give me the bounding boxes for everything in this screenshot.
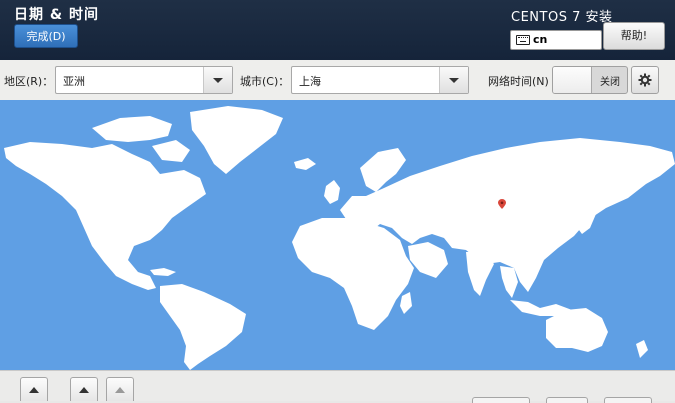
new-zealand <box>636 340 648 358</box>
south-america <box>160 284 246 370</box>
date-field-stub[interactable] <box>546 397 588 403</box>
region-label: 地区(R)： <box>4 75 54 88</box>
world-map[interactable] <box>0 100 675 370</box>
help-button[interactable]: 帮助! <box>603 22 665 50</box>
keyboard-layout-indicator[interactable]: cn <box>510 30 602 50</box>
second-up-button[interactable] <box>106 377 134 401</box>
arabia <box>408 242 448 278</box>
gear-icon <box>638 73 652 87</box>
location-pin-icon[interactable] <box>498 199 506 209</box>
city-value: 上海 <box>299 75 321 88</box>
network-time-toggle[interactable]: 关闭 <box>552 66 628 94</box>
done-button[interactable]: 完成(D) <box>14 24 78 48</box>
keyboard-layout-code: cn <box>533 33 548 46</box>
region-select[interactable]: 亚洲 <box>55 66 233 94</box>
arctic-islands <box>152 140 190 162</box>
madagascar <box>400 292 412 314</box>
chevron-down-icon[interactable] <box>203 67 232 93</box>
keyboard-icon <box>516 35 530 45</box>
toggle-state: 关闭 <box>600 77 620 88</box>
chevron-down-icon[interactable] <box>439 67 468 93</box>
hour-up-button[interactable] <box>20 377 48 401</box>
install-title: CENTOS 7 安装 <box>511 10 613 25</box>
minute-up-button[interactable] <box>70 377 98 401</box>
page-title: 日期 & 时间 <box>14 7 99 23</box>
timezone-toolbar: 地区(R)： 亚洲 城市(C)： 上海 网络时间(N) 关闭 <box>0 60 675 101</box>
city-select[interactable]: 上海 <box>291 66 469 94</box>
network-time-label: 网络时间(N) <box>488 75 549 88</box>
time-format-button[interactable] <box>472 397 530 403</box>
greenland <box>190 106 283 174</box>
city-label: 城市(C)： <box>240 75 290 88</box>
arctic-islands <box>92 116 172 142</box>
north-america <box>4 142 206 290</box>
timezone-map[interactable] <box>0 100 675 370</box>
date-field-stub[interactable] <box>604 397 652 403</box>
region-value: 亚洲 <box>63 75 85 88</box>
top-header: 日期 & 时间 完成(D) CENTOS 7 安装 cn 帮助! <box>0 0 675 60</box>
caribbean <box>150 268 176 276</box>
iceland <box>294 158 316 170</box>
uk <box>324 180 340 204</box>
ntp-settings-button[interactable] <box>631 66 659 94</box>
africa <box>292 218 414 330</box>
toggle-knob[interactable] <box>553 67 592 93</box>
time-controls <box>0 370 675 403</box>
